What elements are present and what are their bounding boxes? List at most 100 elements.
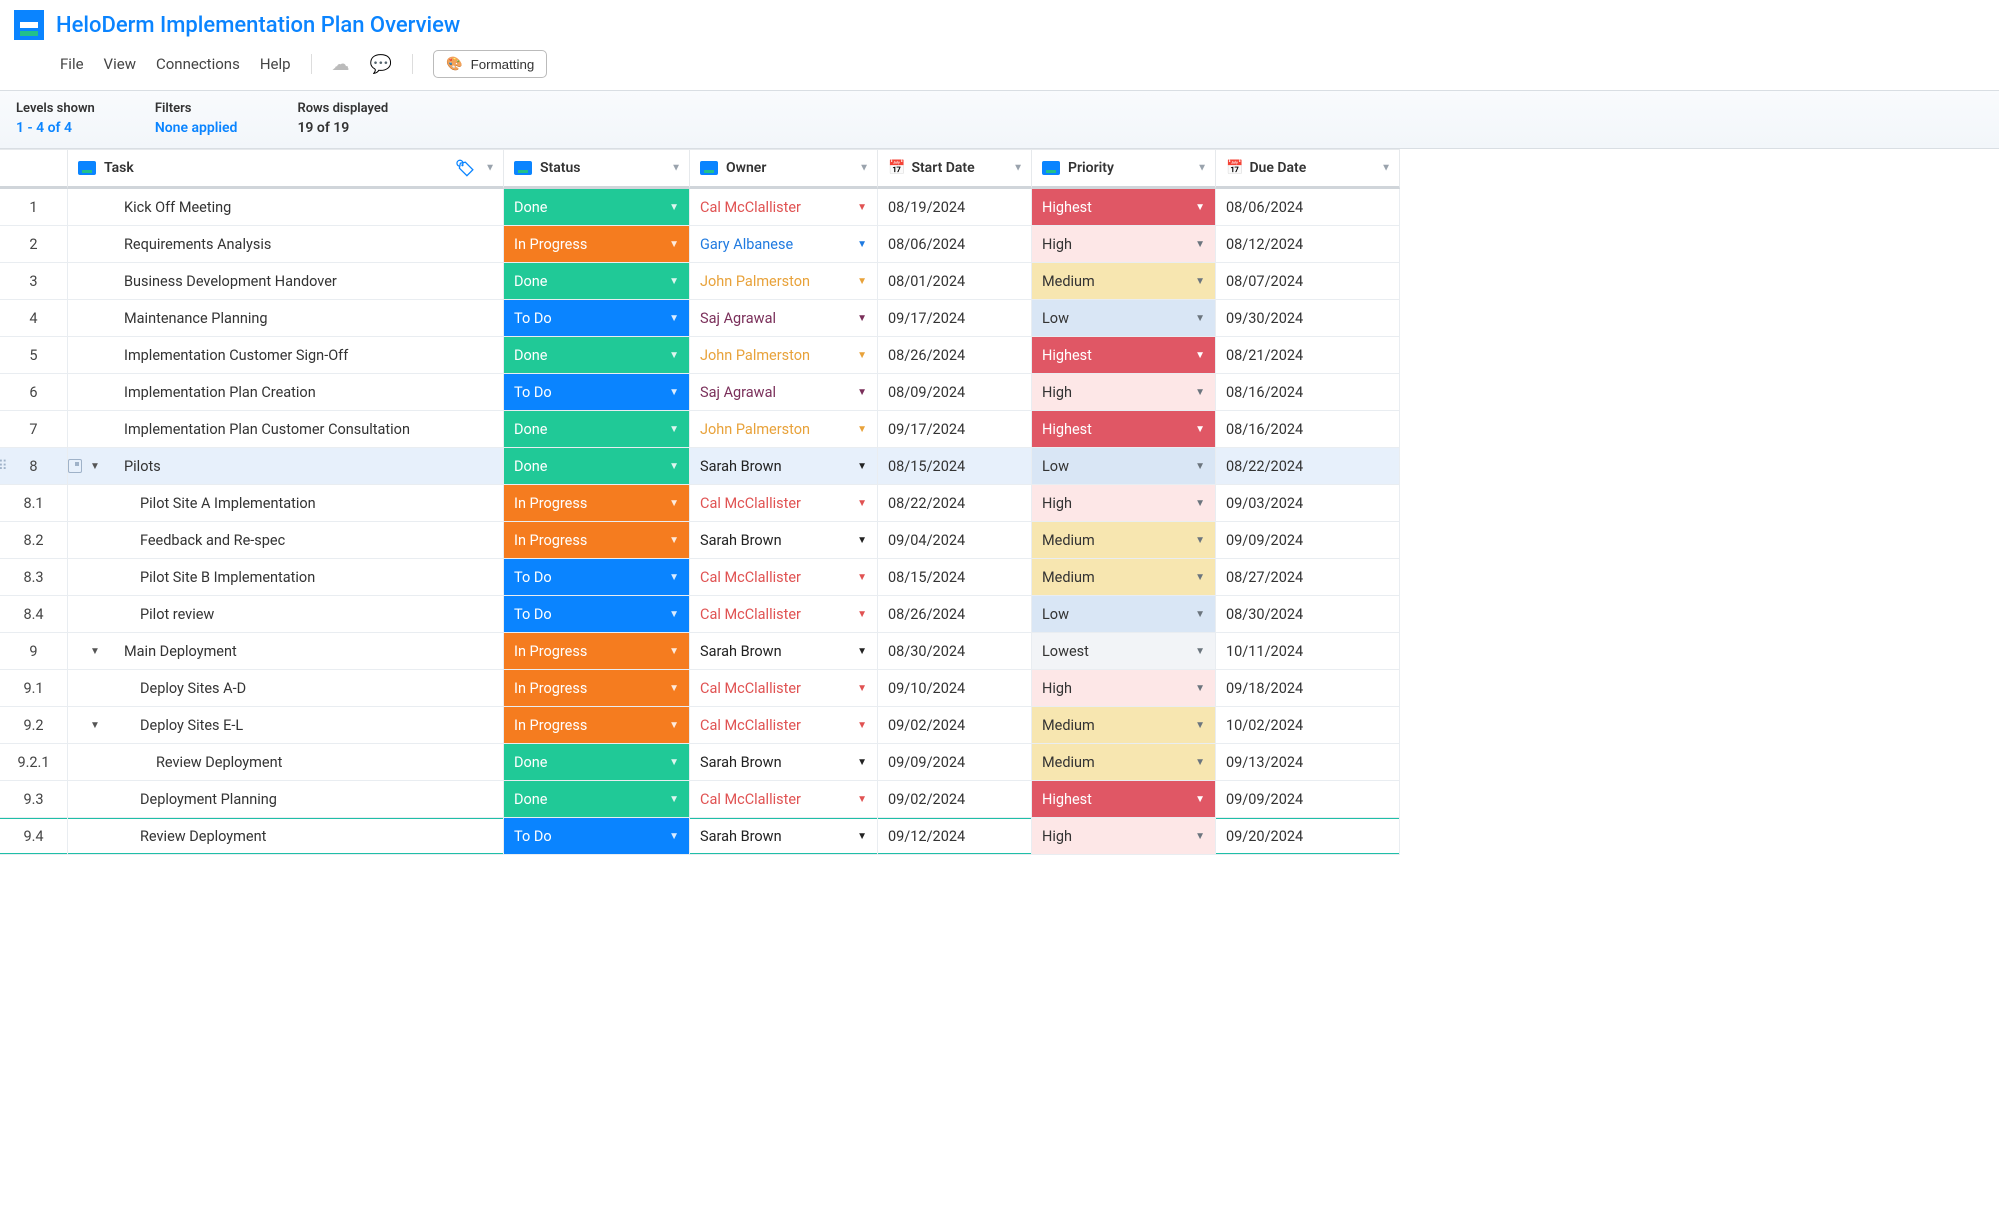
priority-cell[interactable]: Medium▼	[1032, 744, 1216, 781]
due-date-cell[interactable]: 08/07/2024	[1216, 263, 1400, 300]
due-date-cell[interactable]: 09/13/2024	[1216, 744, 1400, 781]
task-cell[interactable]: Deploy Sites A-D	[68, 670, 504, 707]
task-cell[interactable]: ▼Pilots	[68, 448, 504, 485]
priority-cell[interactable]: Highest▼	[1032, 781, 1216, 818]
task-cell[interactable]: Feedback and Re-spec	[68, 522, 504, 559]
chevron-down-icon[interactable]: ▼	[1195, 572, 1205, 583]
row-number[interactable]: 9	[0, 633, 68, 670]
menu-view[interactable]: View	[104, 55, 136, 73]
owner-cell[interactable]: John Palmerston▼	[690, 263, 878, 300]
chevron-down-icon[interactable]: ▼	[669, 757, 679, 768]
chevron-down-icon[interactable]: ▼	[857, 424, 867, 435]
due-date-cell[interactable]: 09/09/2024	[1216, 522, 1400, 559]
chevron-down-icon[interactable]: ▼	[857, 313, 867, 324]
status-cell[interactable]: To Do▼	[504, 818, 690, 855]
status-cell[interactable]: Done▼	[504, 189, 690, 226]
priority-cell[interactable]: High▼	[1032, 818, 1216, 855]
priority-cell[interactable]: Medium▼	[1032, 522, 1216, 559]
status-select[interactable]: Done▼	[504, 411, 689, 447]
owner-cell[interactable]: Cal McClallister▼	[690, 781, 878, 818]
chevron-down-icon[interactable]: ▼	[1195, 387, 1205, 398]
task-cell[interactable]: Requirements Analysis	[68, 226, 504, 263]
owner-cell[interactable]: Cal McClallister▼	[690, 559, 878, 596]
task-cell[interactable]: Pilot Site A Implementation	[68, 485, 504, 522]
status-select[interactable]: To Do▼	[504, 596, 689, 632]
status-select[interactable]: Done▼	[504, 781, 689, 817]
priority-select[interactable]: Highest▼	[1032, 781, 1215, 817]
priority-cell[interactable]: Highest▼	[1032, 411, 1216, 448]
owner-cell[interactable]: Sarah Brown▼	[690, 818, 878, 855]
start-date-cell[interactable]: 08/19/2024	[878, 189, 1032, 226]
chevron-down-icon[interactable]: ▼	[669, 646, 679, 657]
chevron-down-icon[interactable]: ▼	[857, 461, 867, 472]
priority-cell[interactable]: Lowest▼	[1032, 633, 1216, 670]
owner-cell[interactable]: Sarah Brown▼	[690, 448, 878, 485]
due-date-cell[interactable]: 09/09/2024	[1216, 781, 1400, 818]
priority-select[interactable]: Low▼	[1032, 300, 1215, 336]
due-date-cell[interactable]: 08/22/2024	[1216, 448, 1400, 485]
tag-icon[interactable]: 🏷	[455, 159, 475, 178]
task-cell[interactable]: ▼Deploy Sites E-L	[68, 707, 504, 744]
priority-cell[interactable]: Medium▼	[1032, 707, 1216, 744]
chevron-down-icon[interactable]: ▼	[1195, 239, 1205, 250]
status-select[interactable]: To Do▼	[504, 818, 689, 854]
priority-select[interactable]: High▼	[1032, 226, 1215, 262]
chevron-down-icon[interactable]: ▼	[1381, 163, 1391, 174]
chevron-down-icon[interactable]: ▼	[1195, 831, 1205, 842]
task-cell[interactable]: Implementation Plan Customer Consultatio…	[68, 411, 504, 448]
chevron-down-icon[interactable]: ▼	[669, 831, 679, 842]
status-cell[interactable]: To Do▼	[504, 374, 690, 411]
priority-cell[interactable]: Medium▼	[1032, 559, 1216, 596]
card-icon[interactable]	[68, 459, 82, 473]
owner-cell[interactable]: Sarah Brown▼	[690, 744, 878, 781]
comment-icon[interactable]: 💬	[370, 54, 392, 75]
priority-cell[interactable]: Low▼	[1032, 448, 1216, 485]
priority-select[interactable]: High▼	[1032, 818, 1215, 854]
status-cell[interactable]: To Do▼	[504, 300, 690, 337]
priority-cell[interactable]: Low▼	[1032, 596, 1216, 633]
chevron-down-icon[interactable]: ▼	[857, 239, 867, 250]
chevron-down-icon[interactable]: ▼	[671, 163, 681, 174]
start-date-cell[interactable]: 08/26/2024	[878, 596, 1032, 633]
menu-help[interactable]: Help	[260, 55, 291, 73]
row-number[interactable]: 9.4	[0, 818, 68, 855]
priority-select[interactable]: Low▼	[1032, 448, 1215, 484]
start-date-cell[interactable]: 09/09/2024	[878, 744, 1032, 781]
chevron-down-icon[interactable]: ▼	[857, 831, 867, 842]
chevron-down-icon[interactable]: ▼	[857, 757, 867, 768]
due-date-cell[interactable]: 08/12/2024	[1216, 226, 1400, 263]
status-select[interactable]: In Progress▼	[504, 522, 689, 558]
task-cell[interactable]: Review Deployment	[68, 818, 504, 855]
chevron-down-icon[interactable]: ▼	[857, 276, 867, 287]
owner-cell[interactable]: Cal McClallister▼	[690, 670, 878, 707]
row-number[interactable]: 3	[0, 263, 68, 300]
chevron-down-icon[interactable]: ▼	[669, 313, 679, 324]
levels-shown-value[interactable]: 1 - 4 of 4	[16, 120, 95, 136]
status-select[interactable]: Done▼	[504, 263, 689, 299]
start-date-cell[interactable]: 08/06/2024	[878, 226, 1032, 263]
row-number[interactable]: 9.1	[0, 670, 68, 707]
priority-cell[interactable]: High▼	[1032, 374, 1216, 411]
owner-cell[interactable]: Gary Albanese▼	[690, 226, 878, 263]
owner-cell[interactable]: Saj Agrawal▼	[690, 374, 878, 411]
start-date-cell[interactable]: 08/01/2024	[878, 263, 1032, 300]
status-select[interactable]: In Progress▼	[504, 633, 689, 669]
due-date-cell[interactable]: 09/18/2024	[1216, 670, 1400, 707]
due-date-cell[interactable]: 08/21/2024	[1216, 337, 1400, 374]
due-date-cell[interactable]: 08/27/2024	[1216, 559, 1400, 596]
chevron-down-icon[interactable]: ▼	[857, 720, 867, 731]
due-date-cell[interactable]: 10/02/2024	[1216, 707, 1400, 744]
chevron-down-icon[interactable]: ▼	[1197, 163, 1207, 174]
status-cell[interactable]: In Progress▼	[504, 633, 690, 670]
owner-cell[interactable]: Cal McClallister▼	[690, 189, 878, 226]
due-date-cell[interactable]: 10/11/2024	[1216, 633, 1400, 670]
priority-cell[interactable]: Low▼	[1032, 300, 1216, 337]
chevron-down-icon[interactable]: ▼	[857, 794, 867, 805]
start-date-cell[interactable]: 09/02/2024	[878, 781, 1032, 818]
status-cell[interactable]: Done▼	[504, 337, 690, 374]
formatting-button[interactable]: 🎨 Formatting	[433, 50, 547, 78]
status-cell[interactable]: Done▼	[504, 448, 690, 485]
task-cell[interactable]: Pilot review	[68, 596, 504, 633]
priority-cell[interactable]: Highest▼	[1032, 189, 1216, 226]
chevron-down-icon[interactable]: ▼	[669, 424, 679, 435]
